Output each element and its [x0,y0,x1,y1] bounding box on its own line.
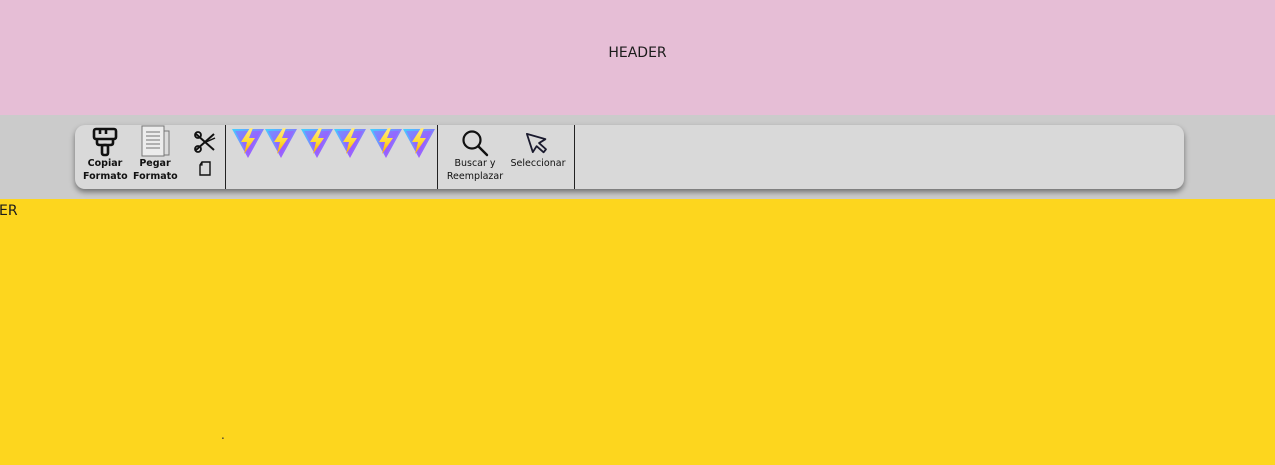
vite-logo-icon [265,128,297,158]
vite-logo-icon [334,128,366,158]
paste-format-button[interactable]: Pegar Formato [133,125,178,183]
copy-format-label: Copiar Formato [83,158,128,182]
vite-button[interactable] [369,127,403,159]
vite-logo-icon [232,128,264,158]
cut-button[interactable] [192,130,218,154]
magnifier-icon [462,130,489,157]
content-dot: . [221,428,225,442]
ribbon-separator [574,125,575,189]
vite-logo-icon [301,128,333,158]
select-button[interactable]: Seleccionar [508,129,568,170]
content-area: ER . [0,199,1275,465]
copy-format-button[interactable]: Copiar Formato [83,127,128,183]
vite-button[interactable] [300,127,334,159]
copy-icon [199,161,211,176]
cursor-arrow-icon [525,133,547,154]
find-replace-button[interactable]: Buscar y Reemplazar [444,129,506,183]
vite-button[interactable] [231,127,265,159]
find-replace-label: Buscar y Reemplazar [446,158,504,182]
select-label: Seleccionar [510,158,566,169]
vite-button[interactable] [264,127,298,159]
vite-button[interactable] [402,127,436,159]
vite-button[interactable] [333,127,367,159]
ribbon-separator [225,125,226,189]
vite-logo-icon [370,128,402,158]
header-area: HEADER [0,0,1275,115]
ribbon-toolbar: Copiar Formato Pegar Formato Buscar y Re… [75,125,1184,189]
paste-document-icon [141,125,170,157]
header-title: HEADER [608,45,667,61]
paintbrush-icon [92,127,118,157]
paste-format-label: Pegar Formato [133,158,178,182]
vite-logo-icon [403,128,435,158]
content-text: ER [0,203,18,219]
ribbon-separator [437,125,438,189]
scissors-icon [194,131,216,153]
copy-button[interactable] [198,161,212,177]
